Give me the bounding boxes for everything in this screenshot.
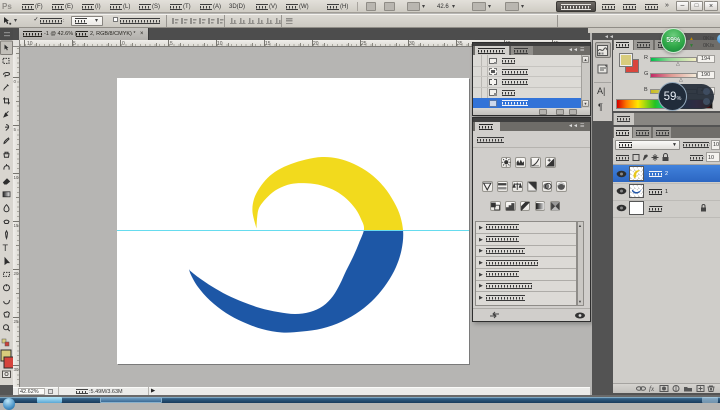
svg-text:T: T [3, 243, 9, 253]
svg-text:fx: fx [649, 385, 655, 392]
